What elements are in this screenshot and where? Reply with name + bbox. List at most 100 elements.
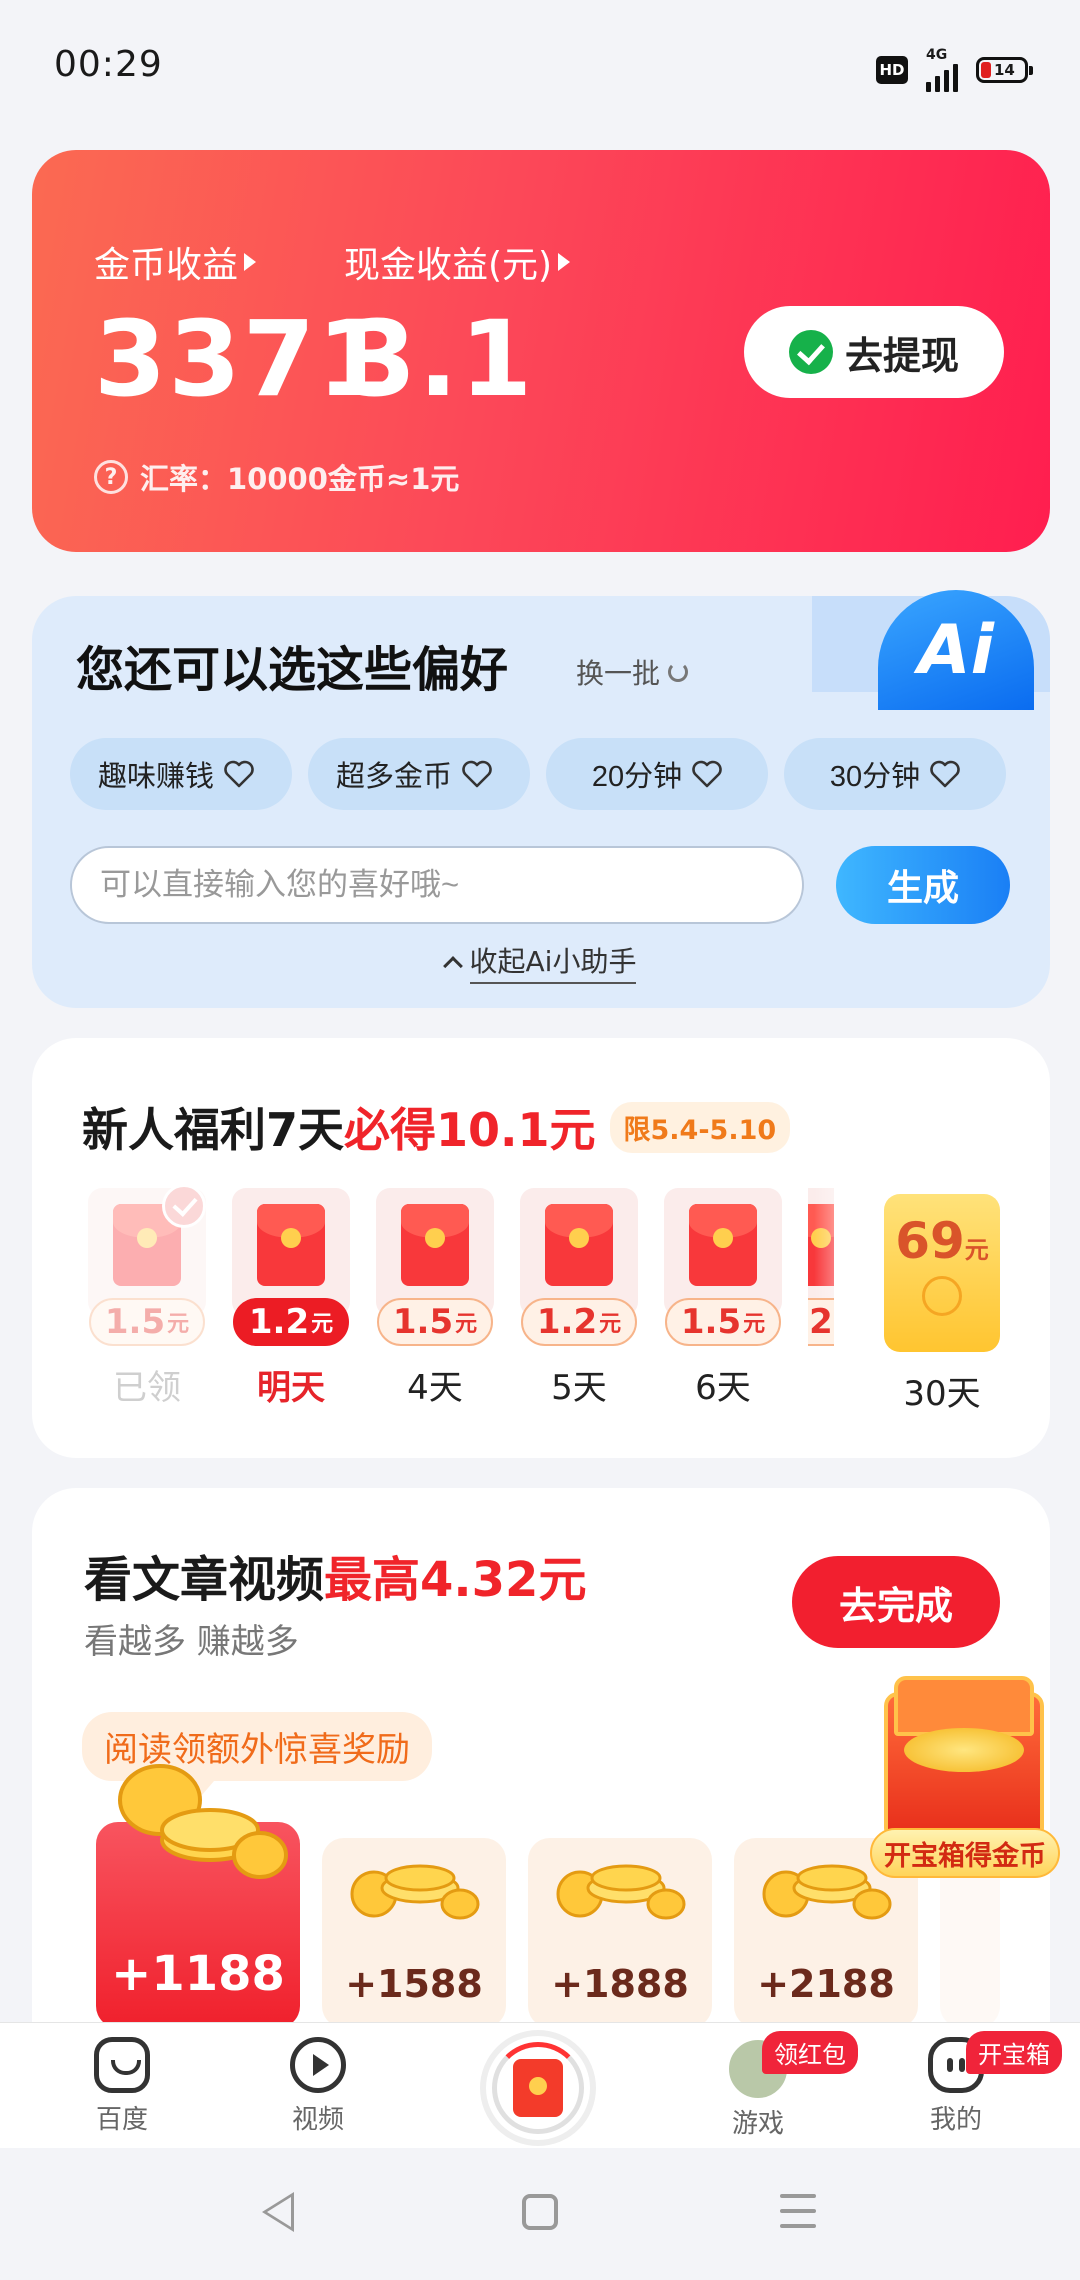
- day-reward[interactable]: 1.2 元 明天: [232, 1188, 350, 1409]
- network-type: 4G: [926, 47, 948, 63]
- coins-icon: [350, 1864, 480, 1920]
- red-envelope-icon: [545, 1204, 613, 1286]
- preference-chip[interactable]: 超多金币: [308, 738, 530, 810]
- day-label: 5天: [551, 1368, 607, 1408]
- grand-reward-amount: 69: [895, 1212, 965, 1270]
- withdraw-button[interactable]: 去提现: [744, 306, 1004, 398]
- collapse-label: 收起Ai小助手: [469, 940, 637, 984]
- day-amount: 1.2: [248, 1302, 310, 1342]
- coin-icon: [922, 1276, 962, 1316]
- date-limit-badge: 限5.4-5.10: [609, 1101, 791, 1153]
- reward-value: +1188: [111, 1946, 285, 2002]
- ai-helper-title: 您还可以选这些偏好: [76, 642, 509, 698]
- nav-item-mine[interactable]: 我的 开宝箱: [896, 2031, 1062, 2136]
- center-red-envelope-button[interactable]: [486, 2036, 590, 2140]
- newcomer-title: 新人福利7天 必得10.1元 限5.4-5.10: [82, 1094, 791, 1160]
- status-icons: HD 4G 14: [876, 48, 1033, 92]
- day-reward[interactable]: 1.5 元 4天: [376, 1188, 494, 1409]
- chest-coins-icon: [904, 1728, 1024, 1772]
- nav-label: 百度: [95, 2105, 148, 2135]
- cash-earnings-label: 现金收益(元): [344, 245, 553, 286]
- help-icon: ?: [94, 460, 128, 494]
- claimed-check-icon: [162, 1184, 206, 1228]
- day-reward[interactable]: 1.2 元 5天: [520, 1188, 638, 1409]
- complete-task-button[interactable]: 去完成: [792, 1556, 1000, 1648]
- newcomer-title-highlight: 必得10.1元: [344, 1103, 596, 1157]
- nav-item-video[interactable]: 视频: [258, 2037, 378, 2136]
- day-label: 明天: [257, 1368, 325, 1408]
- preference-input[interactable]: [70, 846, 804, 924]
- reading-reward[interactable]: +1888: [528, 1838, 712, 2028]
- reading-reward-list: +1188 +1588 +1888 +2188: [96, 1764, 1000, 2028]
- exchange-rate[interactable]: ? 汇率：10000金币≈1元: [94, 456, 459, 498]
- preference-chip[interactable]: 30分钟: [784, 738, 1006, 810]
- chip-label: 20分钟: [591, 761, 683, 793]
- nav-label: 视频: [291, 2105, 344, 2135]
- generate-button[interactable]: 生成: [836, 846, 1010, 924]
- preference-chips: 趣味赚钱 超多金币 20分钟 30分钟: [70, 738, 1006, 810]
- treasure-chest-button[interactable]: 开宝箱得金币: [870, 1672, 1060, 1882]
- red-envelope-icon: [401, 1204, 469, 1286]
- collapse-ai-helper[interactable]: 收起Ai小助手: [32, 940, 1050, 984]
- chip-label: 超多金币: [336, 761, 453, 793]
- day-label: 4天: [407, 1368, 463, 1408]
- daily-reward-list: 1.5 元 已领 1.2 元 明天 1.5 元 4天 1.2 元 5天 1.5 元 6天 …: [88, 1184, 834, 1409]
- earnings-card: 金币收益 3371 现金收益(元) 3.1 去提现 ? 汇率：10000金币≈1…: [32, 150, 1050, 552]
- home-icon[interactable]: [522, 2194, 558, 2230]
- nav-label: 游戏: [731, 2109, 784, 2139]
- article-title: 看文章视频最高4.32元: [84, 1540, 586, 1610]
- article-title-prefix: 看文章视频: [84, 1552, 325, 1608]
- heart-icon: [224, 760, 254, 788]
- baidu-smile-icon: [94, 2037, 150, 2093]
- back-icon[interactable]: [262, 2192, 294, 2232]
- red-envelope-icon: [257, 1204, 325, 1286]
- refresh-label: 换一批: [576, 657, 661, 690]
- day-label: 6天: [695, 1368, 751, 1408]
- coins-icon: [556, 1864, 686, 1920]
- nav-item-baidu[interactable]: 百度: [62, 2037, 182, 2136]
- reward-value: +2188: [757, 1962, 895, 2006]
- coins-icon: [118, 1764, 288, 1879]
- signal-icon: 4G: [926, 48, 958, 92]
- system-nav-bar: [0, 2148, 1080, 2280]
- reward-value: +1588: [345, 1962, 483, 2006]
- grand-reward[interactable]: 69元 30天: [884, 1194, 1000, 1415]
- unit: 元: [455, 1312, 478, 1337]
- withdraw-label: 去提现: [844, 335, 959, 378]
- status-time: 00:29: [54, 44, 163, 85]
- day-amount: 1.5: [680, 1302, 742, 1342]
- chest-lid: [894, 1676, 1034, 1736]
- cash-earnings[interactable]: 现金收益(元) 3.1: [344, 236, 571, 420]
- arrow-right-icon: [244, 253, 257, 271]
- reading-reward[interactable]: +1588: [322, 1838, 506, 2028]
- menu-icon[interactable]: [780, 2194, 816, 2228]
- grand-reward-label: 30天: [903, 1374, 981, 1414]
- unit: 元: [311, 1312, 334, 1337]
- day-amount: 2: [809, 1302, 833, 1342]
- day-reward[interactable]: 1.5 元 6天: [664, 1188, 782, 1409]
- refresh-icon: [668, 662, 689, 682]
- status-bar: 00:29 HD 4G 14: [0, 0, 1080, 130]
- hd-icon: HD: [876, 56, 908, 84]
- preference-chip[interactable]: 趣味赚钱: [70, 738, 292, 810]
- day-reward[interactable]: 1.5 元 已领: [88, 1184, 206, 1409]
- refresh-button[interactable]: 换一批: [576, 652, 689, 692]
- article-title-highlight: 最高4.32元: [324, 1552, 587, 1608]
- coin-earnings-label: 金币收益: [94, 245, 239, 286]
- exchange-rate-text: 汇率：10000金币≈1元: [140, 462, 460, 496]
- day-label: 已领: [113, 1368, 181, 1408]
- unit: 元: [743, 1312, 766, 1337]
- nav-badge: 开宝箱: [966, 2031, 1062, 2074]
- unit: 元: [167, 1312, 190, 1337]
- article-subtitle: 看越多 赚越多: [84, 1622, 299, 1662]
- reading-reward[interactable]: +1188: [96, 1764, 300, 2028]
- red-envelope-icon: [689, 1204, 757, 1286]
- nav-label: 我的: [929, 2105, 982, 2135]
- heart-icon: [462, 760, 492, 788]
- preference-chip[interactable]: 20分钟: [546, 738, 768, 810]
- progress-ring: [492, 2042, 584, 2134]
- unit: 元: [599, 1312, 622, 1337]
- newcomer-welfare-card: 新人福利7天 必得10.1元 限5.4-5.10 1.5 元 已领 1.2 元 明天…: [32, 1038, 1050, 1458]
- day-amount: 1.2: [536, 1302, 598, 1342]
- nav-item-games[interactable]: 游戏 领红包: [698, 2031, 858, 2140]
